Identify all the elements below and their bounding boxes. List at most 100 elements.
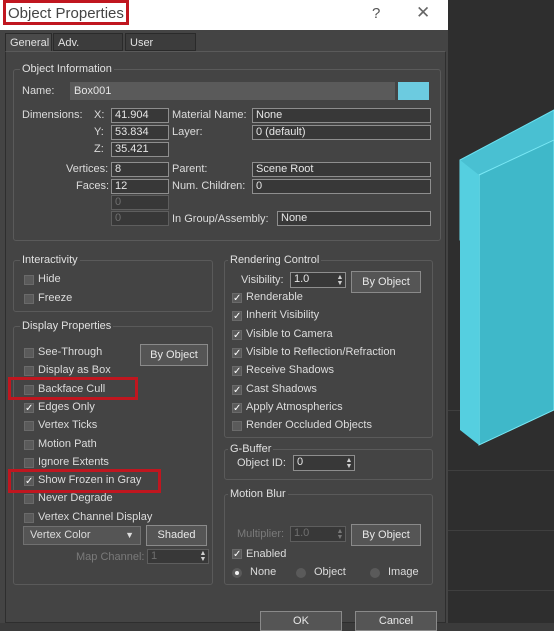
extra-count-field-1: 0 <box>111 195 169 210</box>
visible-to-reflection-refraction-checkbox[interactable]: ✓ <box>232 347 242 358</box>
never-degrade-checkbox[interactable] <box>24 494 34 505</box>
visible-to-reflection-refraction-label: Visible to Reflection/Refraction <box>246 345 396 358</box>
ok-button[interactable]: OK <box>260 611 342 631</box>
faces-label: Faces: <box>76 180 110 192</box>
object-radio[interactable] <box>296 568 306 578</box>
num-children-value: 0 <box>252 179 431 194</box>
multiplier-label: Multiplier: <box>237 528 285 540</box>
close-icon[interactable]: ✕ <box>416 3 430 23</box>
cube-object[interactable] <box>448 0 554 623</box>
renderable-label: Renderable <box>246 291 303 303</box>
backface-cull-label: Backface Cull <box>38 382 106 395</box>
cast-shadows-checkbox[interactable]: ✓ <box>232 384 242 395</box>
hide-checkbox[interactable] <box>24 275 34 285</box>
visible-to-camera-label: Visible to Camera <box>246 327 333 340</box>
vertex-channel-display-label: Vertex Channel Display <box>38 510 153 523</box>
display-properties-title: Display Properties <box>20 320 114 332</box>
name-label: Name: <box>22 85 55 97</box>
parent-label: Parent: <box>172 163 208 175</box>
dimension-z-value: 35.421 <box>111 142 169 157</box>
backface-cull-checkbox[interactable] <box>24 384 34 395</box>
y-label: Y: <box>94 126 104 138</box>
image-radio[interactable] <box>370 568 380 578</box>
z-label: Z: <box>94 143 104 155</box>
object-radio-label: Object <box>314 566 346 578</box>
map-channel-spinner[interactable]: 1 ▲ ▼ <box>147 549 209 564</box>
renderable-checkbox[interactable]: ✓ <box>232 293 242 304</box>
spinner-arrows-icon[interactable]: ▲ ▼ <box>336 274 344 287</box>
motion-blur-title: Motion Blur <box>228 488 288 500</box>
show-frozen-in-gray-checkbox[interactable]: ✓ <box>24 476 34 487</box>
inherit-visibility-label: Inherit Visibility <box>246 309 320 322</box>
visibility-label: Visibility: <box>241 274 284 286</box>
freeze-label: Freeze <box>38 291 73 304</box>
dimension-y-value: 53.834 <box>111 125 169 140</box>
none-radio[interactable] <box>232 568 242 578</box>
vertex-ticks-checkbox[interactable] <box>24 421 34 432</box>
display-as-box-label: Display as Box <box>38 364 111 377</box>
object-color-swatch[interactable] <box>398 82 429 100</box>
see-through-checkbox[interactable] <box>24 348 34 358</box>
help-icon[interactable]: ? <box>372 5 380 22</box>
rendering-by-object-button[interactable]: By Object <box>351 271 421 293</box>
tab-general[interactable]: General <box>5 33 52 52</box>
display-as-box-checkbox[interactable] <box>24 366 34 377</box>
freeze-checkbox[interactable] <box>24 293 34 304</box>
spinner-arrows-icon[interactable]: ▲ ▼ <box>345 457 353 470</box>
render-occluded-objects-label: Render Occluded Objects <box>246 419 372 432</box>
chevron-down-icon: ▼ <box>125 530 134 540</box>
motion-blur-by-object-button[interactable]: By Object <box>351 524 421 546</box>
visible-to-camera-checkbox[interactable]: ✓ <box>232 329 242 340</box>
num-children-label: Num. Children: <box>172 180 246 192</box>
rendering-control-title: Rendering Control <box>228 254 322 266</box>
viewport[interactable] <box>448 0 554 623</box>
tab-adv-lighting[interactable]: Adv. Lighting <box>53 33 123 67</box>
object-id-value: 0 <box>297 456 304 468</box>
inherit-visibility-checkbox[interactable]: ✓ <box>232 311 242 322</box>
enabled-checkbox[interactable]: ✓ <box>232 549 242 560</box>
dimensions-label: Dimensions: <box>22 109 83 121</box>
none-radio-label: None <box>250 566 277 578</box>
vertex-ticks-label: Vertex Ticks <box>38 419 98 432</box>
object-information-title: Object Information <box>20 63 114 75</box>
ignore-extents-checkbox[interactable] <box>24 457 34 468</box>
multiplier-spinner[interactable]: 1.0 ▲ ▼ <box>290 526 346 542</box>
group-assembly-label: In Group/Assembly: <box>172 213 269 225</box>
tab-user-defined[interactable]: User Defined <box>125 33 196 67</box>
edges-only-checkbox[interactable]: ✓ <box>24 402 34 413</box>
receive-shadows-label: Receive Shadows <box>246 364 335 377</box>
vertices-label: Vertices: <box>66 163 109 175</box>
x-label: X: <box>94 109 105 121</box>
receive-shadows-checkbox[interactable]: ✓ <box>232 366 242 377</box>
enabled-label: Enabled <box>246 548 287 560</box>
cancel-button[interactable]: Cancel <box>355 611 437 631</box>
vertex-channel-display-checkbox[interactable] <box>24 512 34 523</box>
faces-value: 12 <box>111 179 169 194</box>
apply-atmospherics-checkbox[interactable]: ✓ <box>232 402 242 413</box>
vertices-value: 8 <box>111 162 169 177</box>
shaded-button[interactable]: Shaded <box>146 525 207 546</box>
object-id-spinner[interactable]: 0 ▲ ▼ <box>293 455 355 471</box>
name-input[interactable]: Box001 <box>70 82 395 100</box>
group-assembly-value: None <box>277 211 431 226</box>
title-bar[interactable]: Object Properties ? ✕ <box>0 0 448 30</box>
object-id-label: Object ID: <box>237 457 286 469</box>
display-by-object-button[interactable]: By Object <box>140 344 208 366</box>
layer-value: 0 (default) <box>252 125 431 140</box>
hide-label: Hide <box>38 273 61 285</box>
edges-only-label: Edges Only <box>38 400 95 413</box>
visibility-spinner[interactable]: 1.0 ▲ ▼ <box>290 272 346 288</box>
extra-count-field-2: 0 <box>111 211 169 226</box>
map-channel-label: Map Channel: <box>76 551 145 563</box>
ignore-extents-label: Ignore Extents <box>38 455 109 468</box>
motion-path-checkbox[interactable] <box>24 439 34 450</box>
spinner-arrows-icon[interactable]: ▲ ▼ <box>336 528 344 541</box>
show-frozen-in-gray-label: Show Frozen in Gray <box>38 474 142 487</box>
never-degrade-label: Never Degrade <box>38 492 113 505</box>
cast-shadows-label: Cast Shadows <box>246 382 317 395</box>
vertex-color-dropdown[interactable]: Vertex Color ▼ <box>23 526 141 545</box>
render-occluded-objects-checkbox[interactable] <box>232 421 242 432</box>
spinner-arrows-icon[interactable]: ▲ ▼ <box>199 550 207 563</box>
material-label: Material Name: <box>172 109 247 121</box>
multiplier-value: 1.0 <box>294 527 310 539</box>
